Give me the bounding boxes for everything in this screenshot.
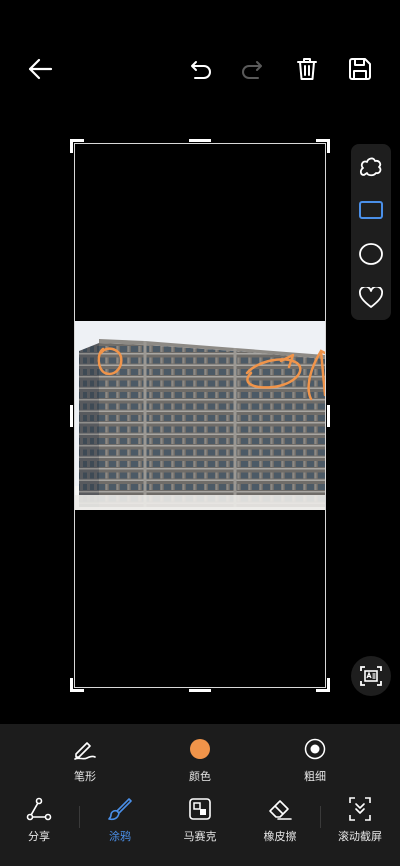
scroll-screenshot-icon (349, 797, 371, 821)
crop-handle-bottom-right[interactable] (316, 678, 330, 692)
crop-handle-top-right[interactable] (316, 139, 330, 153)
redo-icon (242, 61, 262, 79)
doodle-label: 涂鸦 (109, 830, 131, 843)
redo-button[interactable] (237, 54, 267, 84)
tool-mosaic[interactable]: 马赛克 (160, 796, 240, 844)
tool-eraser[interactable]: 橡皮擦 (240, 796, 320, 844)
back-button[interactable] (22, 54, 58, 84)
crop-handle-bottom[interactable] (189, 689, 211, 692)
building-photo (75, 321, 325, 510)
eraser-label: 橡皮擦 (263, 830, 297, 843)
save-button[interactable] (345, 54, 375, 84)
color-button[interactable]: 颜色 (160, 736, 240, 784)
pen-style-button[interactable]: 笔形 (45, 736, 125, 784)
color-label: 颜色 (189, 770, 211, 783)
thickness-button[interactable]: 粗细 (275, 736, 355, 784)
tool-doodle[interactable]: 涂鸦 (80, 796, 160, 844)
edit-toolbar: 笔形 颜色 粗细 分享 涂鸦 马赛克 橡皮擦 滚动截屏 (0, 724, 400, 866)
pen-icon (74, 742, 96, 760)
thickness-icon (304, 738, 326, 760)
circle-icon (359, 243, 383, 265)
crop-handle-right[interactable] (327, 405, 330, 427)
share-label: 分享 (28, 830, 50, 843)
mosaic-icon (189, 798, 211, 820)
arrow-left-icon (28, 58, 53, 80)
shape-picker (351, 144, 391, 320)
freeform-shape-button[interactable] (351, 146, 391, 186)
crop-handle-top[interactable] (189, 139, 211, 142)
eraser-icon (269, 800, 292, 820)
pen-style-label: 笔形 (74, 770, 96, 783)
tool-share[interactable]: 分享 (0, 796, 79, 844)
crop-handle-left[interactable] (70, 405, 73, 427)
mosaic-label: 马赛克 (183, 830, 217, 843)
crop-handle-bottom-left[interactable] (70, 678, 84, 692)
undo-button[interactable] (186, 54, 216, 84)
text-recognition-button[interactable] (351, 656, 391, 696)
freeform-shape-icon (359, 157, 382, 177)
heart-shape-button[interactable] (351, 278, 391, 318)
scroll-screenshot-label: 滚动截屏 (338, 830, 382, 843)
save-icon (349, 58, 371, 80)
color-swatch (190, 739, 210, 759)
rectangle-icon (359, 201, 383, 219)
brush-icon (108, 798, 132, 821)
thickness-label: 粗细 (304, 770, 326, 783)
rectangle-shape-button[interactable] (351, 190, 391, 230)
share-icon (26, 797, 52, 821)
text-recognition-icon (360, 666, 382, 686)
circle-shape-button[interactable] (351, 234, 391, 274)
top-toolbar (0, 0, 400, 140)
delete-button[interactable] (292, 54, 322, 84)
tool-scroll-screenshot[interactable]: 滚动截屏 (320, 796, 400, 844)
crop-handle-top-left[interactable] (70, 139, 84, 153)
trash-icon (297, 58, 317, 80)
undo-icon (191, 61, 211, 79)
heart-icon (359, 287, 383, 308)
